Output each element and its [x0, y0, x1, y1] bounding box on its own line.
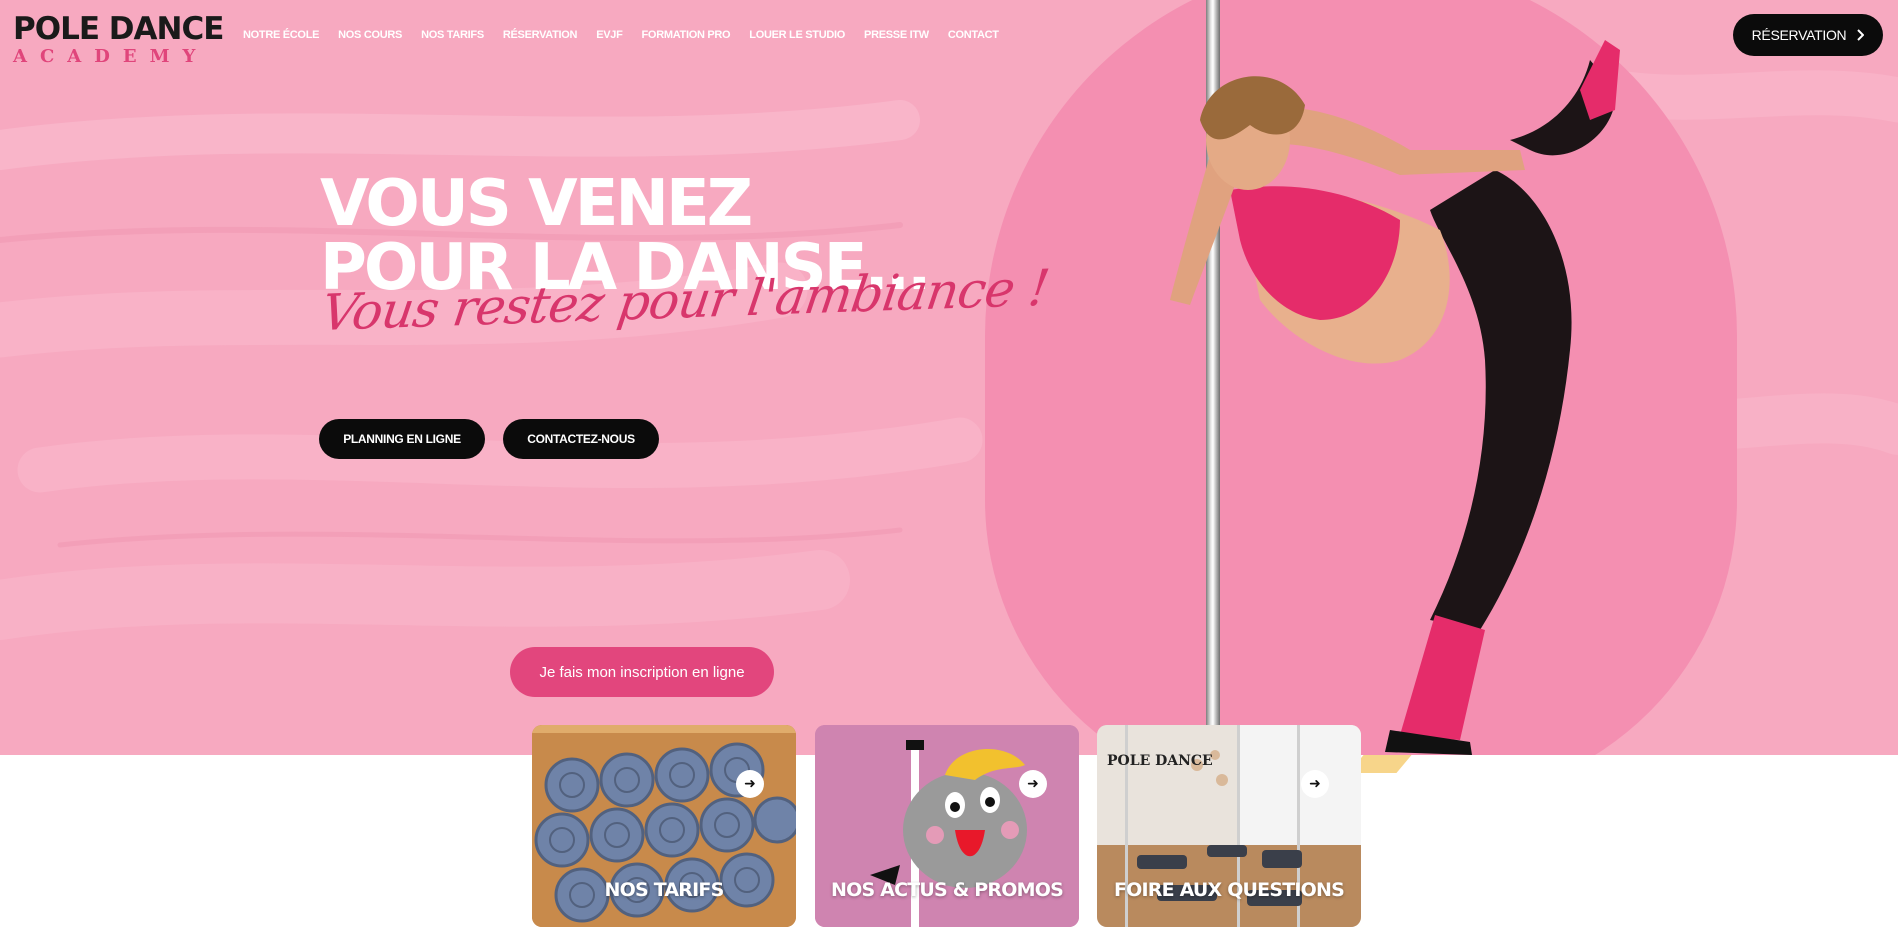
planning-button[interactable]: PLANNING EN LIGNE — [319, 419, 485, 459]
arrow-right-icon: ➜ — [1301, 770, 1329, 798]
svg-text:POLE DANCE: POLE DANCE — [1107, 753, 1213, 769]
card-nos-tarifs[interactable]: ➜ NOS TARIFS — [532, 725, 796, 927]
arrow-right-icon: ➜ — [736, 770, 764, 798]
nav-presse-itw[interactable]: Presse ITW — [864, 27, 929, 43]
hero-section — [0, 0, 1898, 755]
nav-nos-tarifs[interactable]: Nos tarifs — [421, 27, 484, 43]
arrow-right-icon: ➜ — [1019, 770, 1047, 798]
nav-reservation[interactable]: Réservation — [503, 27, 578, 43]
logo-text-top: POLE DANCE — [13, 11, 224, 47]
main-nav: Notre école Nos cours Nos tarifs Réserva… — [243, 27, 1018, 43]
card-foire-aux-questions[interactable]: POLE DANCE ➜ FOIRE AUX QUESTIONS — [1097, 725, 1361, 927]
signup-online-button[interactable]: Je fais mon inscription en ligne — [510, 647, 774, 697]
logo[interactable]: POLE DANCE ACADEMY — [13, 12, 224, 67]
nav-evjf[interactable]: EVJF — [596, 27, 623, 43]
hero-headline-line1: VOUS VENEZ — [320, 167, 753, 241]
nav-louer-le-studio[interactable]: Louer le studio — [749, 27, 845, 43]
nav-formation-pro[interactable]: Formation Pro — [642, 27, 731, 43]
chevron-right-icon — [1857, 29, 1865, 41]
logo-text-bottom: ACADEMY — [13, 46, 209, 67]
reservation-button[interactable]: Réservation — [1733, 14, 1883, 56]
card-label: NOS TARIFS — [604, 879, 725, 901]
nav-contact[interactable]: Contact — [948, 27, 999, 43]
dancer-photo — [1170, 40, 1620, 755]
card-label: FOIRE AUX QUESTIONS — [1113, 879, 1345, 901]
card-nos-actus-promos[interactable]: ➜ NOS ACTUS & PROMOS — [815, 725, 1079, 927]
nav-notre-ecole[interactable]: Notre école — [243, 27, 319, 43]
reservation-button-label: Réservation — [1751, 27, 1847, 43]
contact-button[interactable]: CONTACTEZ-NOUS — [503, 419, 659, 459]
nav-nos-cours[interactable]: Nos cours — [338, 27, 402, 43]
card-label: NOS ACTUS & PROMOS — [831, 879, 1064, 901]
